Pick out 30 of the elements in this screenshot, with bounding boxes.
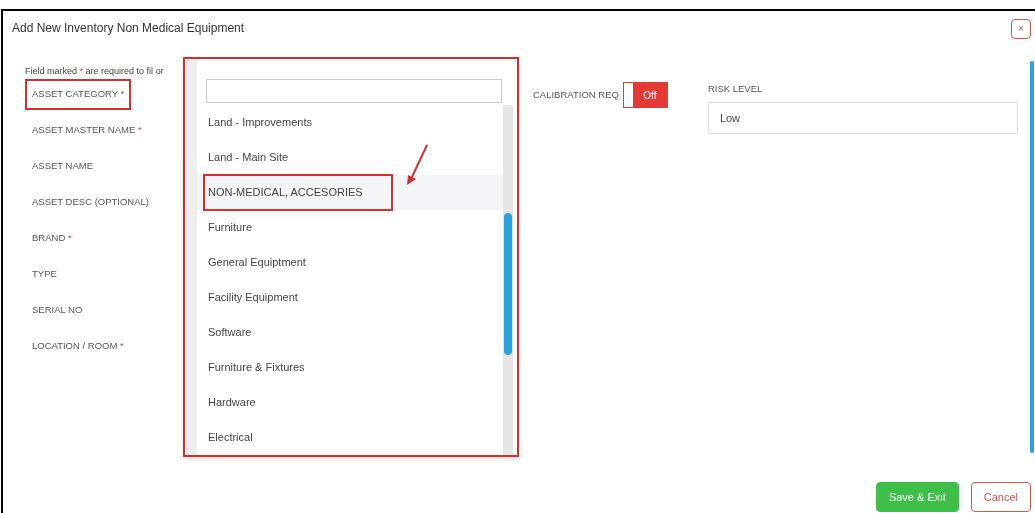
dropdown-option[interactable]: Facility Equipment — [197, 280, 503, 315]
calibration-toggle[interactable]: Off — [622, 82, 668, 108]
required-note: Field marked * are required to fil or — [25, 65, 165, 78]
field-label: ASSET MASTER NAME * — [31, 123, 143, 138]
dropdown-option[interactable]: Software — [197, 315, 503, 350]
dialog-title: Add New Inventory Non Medical Equipment — [12, 20, 245, 37]
dropdown-option[interactable]: General Equiptment — [197, 245, 503, 280]
annotation-arrow — [405, 143, 431, 187]
field-label: BRAND * — [31, 231, 73, 246]
dropdown-search-field[interactable] — [206, 79, 502, 103]
dropdown-option[interactable]: Furniture & Fixtures — [197, 350, 503, 385]
dropdown-option[interactable]: Hardware — [197, 385, 503, 420]
risk-level-field[interactable]: Low — [707, 102, 1018, 135]
field-label: ASSET DESC (OPTIONAL) — [31, 195, 150, 210]
dropdown-option[interactable]: Land - Improvements — [197, 105, 503, 140]
dropdown-option[interactable]: NON-MEDICAL, ACCESORIES — [197, 175, 503, 210]
dropdown-option[interactable]: Land - Main Site — [197, 140, 503, 175]
risk-level-label: RISK LEVEL — [707, 82, 764, 96]
field-label: SERIAL NO — [31, 303, 84, 318]
cancel-button[interactable]: Cancel — [970, 482, 1031, 512]
field-label: LOCATION / ROOM * — [31, 339, 125, 354]
dropdown-option[interactable]: Electrical — [197, 420, 503, 455]
field-label: TYPE — [31, 267, 58, 282]
close-button[interactable]: × — [1011, 19, 1031, 39]
calibration-label: CALIBRATION REQ — [533, 87, 619, 102]
dropdown-option[interactable]: Furniture — [197, 210, 503, 245]
field-label: ASSET CATEGORY * — [25, 79, 132, 110]
field-label: ASSET NAME — [31, 159, 95, 174]
scrollbar-thumb[interactable] — [1030, 61, 1034, 453]
dropdown-scrollbar[interactable] — [503, 105, 513, 455]
